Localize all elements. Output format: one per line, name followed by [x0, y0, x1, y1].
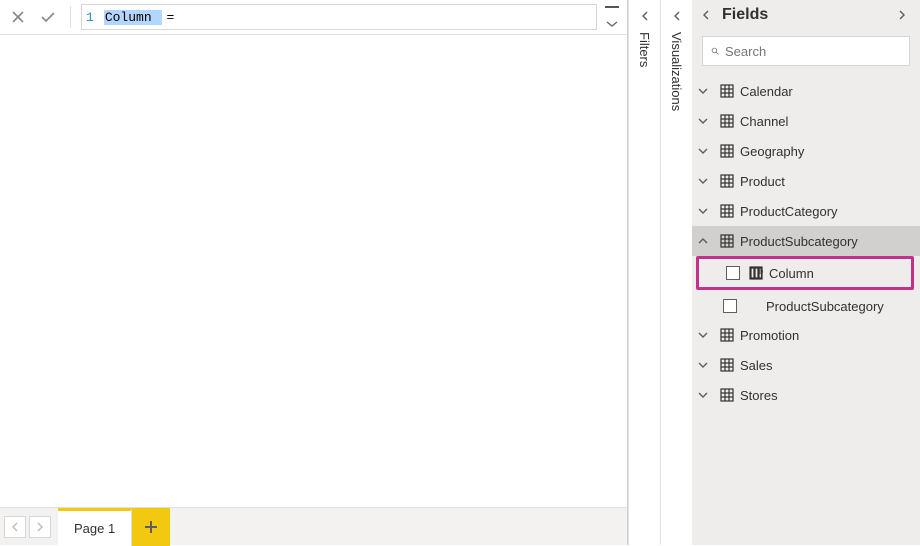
table-label: ProductSubcategory: [740, 234, 912, 249]
visualizations-expand-button[interactable]: [671, 10, 683, 22]
formula-commit-button[interactable]: [36, 4, 60, 30]
formula-expand-button[interactable]: [603, 4, 621, 30]
field-label: ProductSubcategory: [766, 299, 920, 314]
field-item-column[interactable]: fx Column: [699, 259, 911, 287]
table-item-geography[interactable]: Geography: [692, 136, 920, 166]
table-label: Geography: [740, 144, 912, 159]
table-item-product[interactable]: Product: [692, 166, 920, 196]
table-icon: [720, 174, 734, 188]
table-item-productsubcategory[interactable]: ProductSubcategory: [692, 226, 920, 256]
report-canvas[interactable]: [0, 35, 627, 507]
table-label: Channel: [740, 114, 912, 129]
fields-pane: Fields Calendar Channel Geography Product Pr…: [692, 0, 920, 545]
add-page-button[interactable]: [132, 508, 170, 546]
table-label: Promotion: [740, 328, 912, 343]
chevron-right-icon: [36, 522, 44, 532]
chevron-down-icon: [606, 20, 618, 28]
page-tab-label: Page 1: [74, 521, 115, 536]
table-icon: [720, 328, 734, 342]
formula-bar: 1 Column =: [0, 0, 627, 35]
table-item-channel[interactable]: Channel: [692, 106, 920, 136]
filters-pane-collapsed[interactable]: Filters: [628, 0, 660, 545]
expand-toggle[interactable]: [692, 330, 714, 340]
fields-pane-header: Fields: [692, 0, 920, 30]
fields-search-input[interactable]: [725, 44, 901, 59]
chevron-down-icon: [698, 146, 708, 156]
search-icon: [711, 44, 719, 58]
expand-toggle[interactable]: [692, 176, 714, 186]
visualizations-pane-label: Visualizations: [669, 32, 684, 111]
chevron-down-icon: [698, 206, 708, 216]
page-tabs-bar: Page 1: [0, 507, 627, 545]
fields-search-wrap: [692, 30, 920, 76]
filters-expand-button[interactable]: [639, 10, 651, 22]
chevron-down-icon: [698, 330, 708, 340]
table-item-stores[interactable]: Stores: [692, 380, 920, 410]
check-icon: [40, 10, 56, 24]
chevron-down-icon: [698, 360, 708, 370]
filters-pane-label: Filters: [637, 32, 652, 67]
tabs-prev-button[interactable]: [4, 516, 26, 538]
chevron-down-icon: [698, 116, 708, 126]
expand-toggle[interactable]: [692, 236, 714, 246]
report-canvas-area: 1 Column = Page 1: [0, 0, 628, 545]
table-icon: [720, 204, 734, 218]
table-icon: [720, 234, 734, 248]
table-label: Sales: [740, 358, 912, 373]
expand-toggle[interactable]: [692, 206, 714, 216]
table-icon: [720, 388, 734, 402]
formula-line-number: 1: [86, 10, 94, 25]
table-label: Stores: [740, 388, 912, 403]
expand-toggle[interactable]: [692, 86, 714, 96]
field-item-productsubcategory[interactable]: ProductSubcategory: [692, 292, 920, 320]
table-label: Calendar: [740, 84, 912, 99]
table-icon: [720, 84, 734, 98]
visualizations-pane-collapsed[interactable]: Visualizations: [660, 0, 692, 545]
chevron-left-icon: [11, 522, 19, 532]
table-icon: [720, 358, 734, 372]
chevron-down-icon: [698, 86, 708, 96]
svg-text:fx: fx: [759, 268, 763, 276]
page-tab[interactable]: Page 1: [58, 508, 132, 546]
formula-cancel-button[interactable]: [6, 4, 30, 30]
plus-icon: [143, 519, 159, 535]
field-checkbox[interactable]: [723, 266, 743, 280]
expand-toggle[interactable]: [692, 360, 714, 370]
chevron-down-icon: [698, 390, 708, 400]
table-item-promotion[interactable]: Promotion: [692, 320, 920, 350]
table-icon: [720, 114, 734, 128]
table-item-calendar[interactable]: Calendar: [692, 76, 920, 106]
chevron-right-icon: [896, 9, 908, 21]
calculated-column-icon: fx: [749, 266, 763, 280]
table-icon: [720, 144, 734, 158]
table-label: ProductCategory: [740, 204, 912, 219]
tabs-next-button[interactable]: [29, 516, 51, 538]
table-label: Product: [740, 174, 912, 189]
table-item-sales[interactable]: Sales: [692, 350, 920, 380]
close-icon: [11, 10, 25, 24]
chevron-down-icon: [698, 176, 708, 186]
fields-collapse-button[interactable]: [700, 9, 716, 21]
fields-tree: Calendar Channel Geography Product ProductCa…: [692, 76, 920, 545]
expand-toggle[interactable]: [692, 116, 714, 126]
chevron-left-icon: [700, 9, 712, 21]
field-checkbox[interactable]: [720, 299, 740, 313]
fields-next-button[interactable]: [896, 9, 912, 21]
dax-formula-editor[interactable]: 1 Column =: [81, 4, 597, 30]
expand-toggle[interactable]: [692, 390, 714, 400]
formula-column-name: Column: [104, 10, 153, 25]
divider: [70, 6, 71, 28]
fields-search-box[interactable]: [702, 36, 910, 66]
field-label: Column: [769, 266, 911, 281]
chevron-left-icon: [639, 10, 651, 22]
chevron-left-icon: [671, 10, 683, 22]
formula-equals: =: [166, 10, 174, 25]
chevron-up-icon: [698, 236, 708, 246]
fields-pane-title: Fields: [722, 6, 890, 24]
expand-toggle[interactable]: [692, 146, 714, 156]
table-item-productcategory[interactable]: ProductCategory: [692, 196, 920, 226]
